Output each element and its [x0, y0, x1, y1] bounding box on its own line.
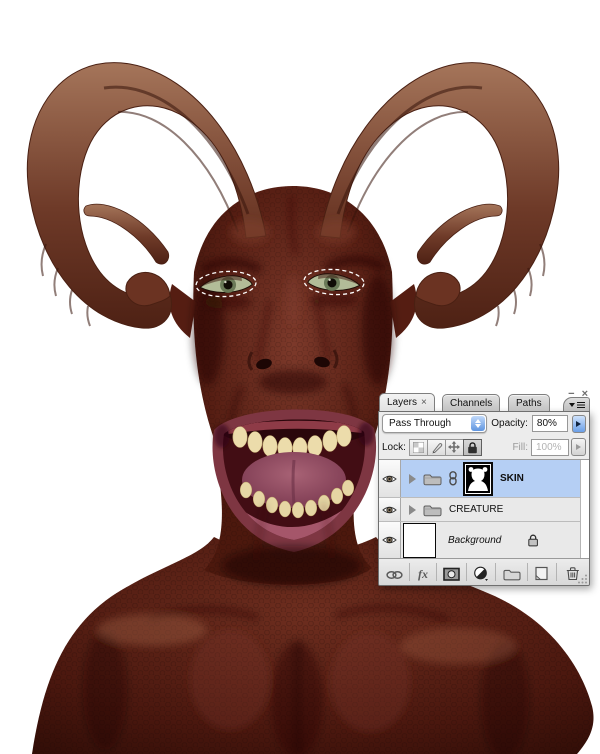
visibility-toggle[interactable] — [379, 522, 401, 558]
add-layer-mask-button[interactable] — [437, 563, 468, 581]
dropdown-stepper-icon — [471, 416, 486, 431]
layer-row-skin[interactable]: SKIN — [379, 460, 589, 498]
lock-pixels-button[interactable] — [426, 438, 446, 456]
tab-layers[interactable]: Layers × — [379, 393, 435, 411]
panel-resize-grip[interactable] — [577, 573, 588, 584]
lock-icon — [468, 441, 477, 453]
layer-style-button[interactable]: fx — [410, 563, 438, 581]
lock-label: Lock: — [382, 441, 406, 453]
lock-row: Lock: Fill: 100% — [379, 435, 589, 459]
layer-row-background[interactable]: Background — [379, 522, 589, 558]
tab-close-icon[interactable]: × — [421, 397, 427, 407]
layers-panel: Layers × Channels Paths − × Pass Through — [378, 389, 590, 586]
layer-name[interactable]: CREATURE — [449, 504, 503, 515]
eye-icon — [382, 475, 397, 482]
layer-mask-thumbnail[interactable] — [463, 461, 493, 496]
adjustment-layer-icon — [474, 566, 489, 581]
layer-name[interactable]: Background — [448, 535, 501, 546]
group-folder-icon — [423, 503, 442, 517]
lock-all-button[interactable] — [462, 438, 482, 456]
opacity-label: Opacity: — [491, 418, 528, 429]
lock-position-button[interactable] — [444, 438, 464, 456]
blend-mode-dropdown[interactable]: Pass Through — [382, 414, 488, 433]
disclosure-triangle-icon[interactable] — [409, 504, 416, 515]
checkerboard-icon — [412, 441, 424, 453]
move-icon — [448, 441, 461, 453]
layers-list: SKIN CREATURE Background — [379, 459, 589, 559]
right-arrow-icon — [576, 420, 582, 427]
blend-mode-value: Pass Through — [389, 418, 452, 429]
add-layer-mask-icon — [443, 567, 461, 581]
new-layer-icon — [535, 566, 548, 581]
screenshot-stage: Layers × Channels Paths − × Pass Through — [0, 0, 600, 754]
creature-image — [0, 0, 600, 754]
tab-layers-label: Layers — [387, 397, 418, 408]
new-group-button[interactable] — [496, 563, 528, 581]
visibility-toggle[interactable] — [379, 460, 401, 497]
visibility-toggle[interactable] — [379, 498, 401, 521]
disclosure-triangle-icon[interactable] — [409, 473, 416, 484]
panel-menu-button[interactable] — [563, 397, 590, 411]
eye-icon — [382, 506, 397, 513]
layers-panel-body: Pass Through Opacity: 80% Lock: Fill: 10… — [378, 411, 590, 586]
eye-icon — [382, 536, 397, 544]
layer-name[interactable]: SKIN — [500, 473, 524, 484]
mask-link-icon[interactable] — [448, 471, 458, 486]
panel-menu-icon — [568, 402, 575, 407]
opacity-input[interactable]: 80% — [531, 415, 568, 432]
right-arrow-icon — [576, 444, 581, 450]
layers-scrollbar[interactable] — [580, 460, 589, 558]
tab-channels-label: Channels — [450, 397, 493, 409]
fx-icon: fx — [417, 567, 428, 581]
brush-icon — [432, 442, 443, 453]
tab-channels[interactable]: Channels — [442, 394, 501, 411]
panel-footer: fx — [379, 559, 589, 585]
locked-layer-icon — [527, 533, 539, 547]
link-layers-icon — [386, 571, 404, 579]
tab-paths[interactable]: Paths — [508, 394, 550, 411]
link-layers-button[interactable] — [381, 563, 410, 581]
fill-slider-button[interactable] — [571, 438, 586, 456]
fill-input[interactable]: 100% — [531, 438, 569, 456]
new-layer-button[interactable] — [528, 563, 557, 581]
new-group-icon — [503, 569, 521, 581]
panel-tab-strip: Layers × Channels Paths − × — [378, 389, 590, 411]
adjustment-layer-button[interactable] — [467, 563, 497, 581]
blend-row: Pass Through Opacity: 80% — [379, 412, 589, 435]
lock-transparency-button[interactable] — [408, 438, 428, 456]
fill-label: Fill: — [512, 441, 528, 453]
group-folder-icon — [423, 472, 442, 486]
opacity-slider-button[interactable] — [571, 414, 586, 433]
tab-paths-label: Paths — [516, 397, 542, 409]
layer-row-creature[interactable]: CREATURE — [379, 498, 589, 522]
layer-thumbnail[interactable] — [403, 522, 436, 558]
